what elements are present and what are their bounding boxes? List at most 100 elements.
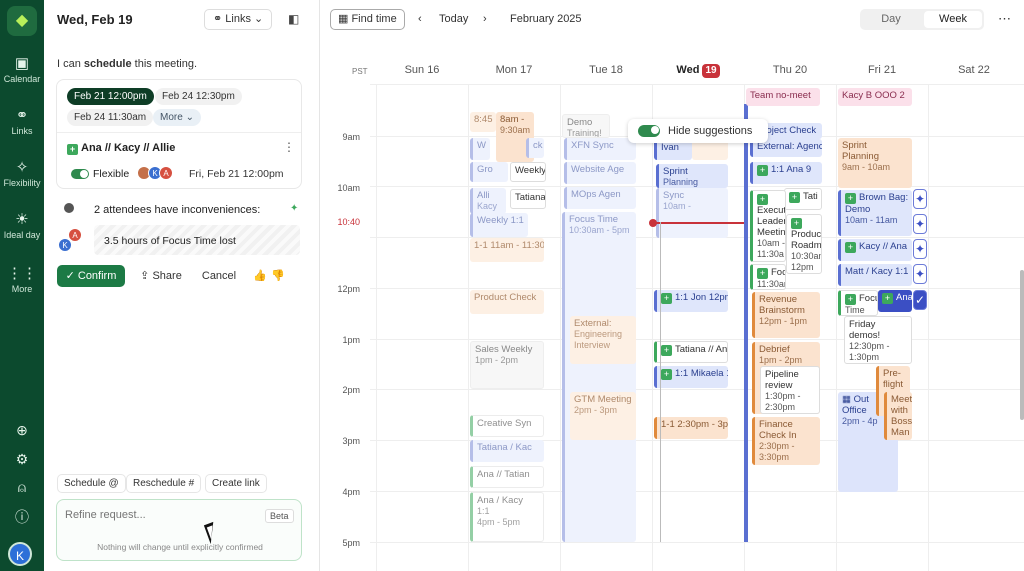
event[interactable]: Weekly bbox=[510, 162, 546, 182]
flexible-toggle[interactable] bbox=[71, 169, 89, 179]
more-options-icon[interactable]: ⋯ bbox=[998, 11, 1011, 27]
cancel-button[interactable]: Cancel bbox=[198, 265, 240, 287]
view-day-button[interactable]: Day bbox=[862, 11, 920, 28]
links-dropdown[interactable]: ⚭ Links ⌄ bbox=[204, 9, 273, 30]
event[interactable]: Gro bbox=[470, 162, 508, 182]
event[interactable]: +ProducRoadm10:30am12pm bbox=[786, 214, 822, 274]
day-header-sat[interactable]: Sat 22 bbox=[924, 64, 1024, 76]
event[interactable]: 1-1 2:30pm - 3p bbox=[654, 417, 728, 439]
event[interactable]: Friday demos! 12:30pm -1:30pm bbox=[844, 316, 912, 364]
event[interactable]: Alli Kacy bbox=[470, 188, 506, 214]
nav-calendar[interactable]: ▣ Calendar bbox=[0, 54, 44, 84]
view-week-button[interactable]: Week bbox=[924, 11, 982, 28]
event[interactable]: +Focu11:30am - bbox=[750, 264, 786, 290]
event[interactable]: Demo Training! bbox=[562, 114, 610, 138]
add-suggestion-button[interactable]: ✦ bbox=[913, 264, 927, 284]
refine-input[interactable] bbox=[65, 509, 245, 521]
hide-suggestions-control[interactable]: Hide suggestions bbox=[628, 119, 768, 143]
event[interactable]: Tatiana bbox=[510, 189, 546, 209]
create-link-action[interactable]: Create link bbox=[205, 474, 267, 493]
thumbs-down-icon[interactable]: 👎 bbox=[270, 265, 286, 287]
event[interactable]: Kacy B OOO 2 bbox=[838, 88, 912, 106]
event[interactable]: +1:1 Ana 9 bbox=[750, 162, 822, 184]
event[interactable]: Creative Syn bbox=[470, 415, 544, 437]
add-suggestion-button[interactable]: ✦ bbox=[913, 214, 927, 234]
event[interactable]: Matt / Kacy 1:1 bbox=[838, 264, 912, 286]
confirm-button[interactable]: ✓ Confirm bbox=[57, 265, 125, 287]
day-header-wed[interactable]: Wed 19 bbox=[648, 64, 748, 78]
event[interactable]: +1:1 Mikaela 1 bbox=[654, 366, 728, 388]
event[interactable]: +FocuTime bbox=[838, 290, 878, 316]
event[interactable]: Product Check bbox=[470, 290, 544, 314]
event[interactable]: External: Engineering Interview bbox=[570, 316, 636, 364]
event[interactable]: + Ana bbox=[878, 290, 912, 312]
globe-icon[interactable]: ⊕ bbox=[0, 422, 44, 439]
day-header-thu[interactable]: Thu 20 bbox=[740, 64, 840, 76]
nav-ideal-day[interactable]: ☀ Ideal day bbox=[0, 210, 44, 240]
assistant-message: I can schedule this meeting. bbox=[57, 58, 197, 70]
day-header-sun[interactable]: Sun 16 bbox=[372, 64, 472, 76]
nav-flexibility[interactable]: ✧ Flexibility bbox=[0, 158, 44, 188]
share-button[interactable]: ⇪ Share bbox=[136, 265, 186, 287]
prev-week-button[interactable]: ‹ bbox=[418, 13, 422, 25]
event[interactable]: Pipeline review 1:30pm -2:30pm bbox=[760, 366, 820, 414]
add-suggestion-button[interactable]: ✦ bbox=[913, 189, 927, 209]
slot-option-3[interactable]: Feb 24 11:30am bbox=[67, 109, 154, 126]
event[interactable]: Revenue Brainstorm 12pm - 1pm bbox=[752, 292, 820, 338]
event[interactable]: Tatiana / Kac bbox=[470, 440, 544, 462]
collapse-panel-icon[interactable]: ◧ bbox=[288, 12, 299, 26]
event[interactable]: Meet with Boss Man bbox=[884, 392, 912, 440]
event[interactable]: + Execut Leader Meetin 10am -11:30a bbox=[750, 190, 786, 262]
event[interactable]: Ana / Kacy 1:1 4pm - 5pm bbox=[470, 492, 544, 542]
event[interactable]: W bbox=[470, 138, 490, 160]
thumbs-up-icon[interactable]: 👍 bbox=[252, 265, 268, 287]
event[interactable]: XFN Sync bbox=[564, 138, 636, 160]
event[interactable]: 8:45 bbox=[470, 112, 496, 132]
day-header-mon[interactable]: Mon 17 bbox=[464, 64, 564, 76]
reschedule-action[interactable]: Reschedule # bbox=[126, 474, 202, 493]
event[interactable]: Sales Weekly 1pm - 2pm bbox=[470, 341, 544, 389]
hide-suggestions-toggle[interactable] bbox=[638, 125, 660, 137]
nav-links[interactable]: ⚭ Links bbox=[0, 106, 44, 136]
schedule-action[interactable]: Schedule @ bbox=[57, 474, 126, 493]
day-header-fri[interactable]: Fri 21 bbox=[832, 64, 932, 76]
event[interactable]: Weekly 1:1 bbox=[470, 213, 528, 237]
event[interactable]: Website Age bbox=[564, 162, 636, 184]
avatar[interactable]: K bbox=[8, 542, 32, 566]
next-week-button[interactable]: › bbox=[483, 13, 487, 25]
event[interactable]: + Kacy // Ana bbox=[838, 239, 912, 261]
event[interactable]: +1:1 Jon 12pm bbox=[654, 290, 728, 312]
slot-option-1[interactable]: Feb 21 12:00pm bbox=[67, 88, 154, 105]
event[interactable]: Ivan bbox=[654, 140, 692, 160]
event[interactable]: MOps Agen bbox=[564, 187, 636, 209]
kebab-menu-icon[interactable]: ⋮ bbox=[283, 140, 295, 154]
add-suggestion-button[interactable]: ✦ bbox=[913, 239, 927, 259]
event[interactable]: + Tati bbox=[784, 188, 822, 210]
nav-more[interactable]: ⋮⋮ More bbox=[0, 264, 44, 294]
gear-icon[interactable]: ⚙ bbox=[0, 451, 44, 468]
event[interactable]: Sprint Planning 9am - 10am bbox=[838, 138, 912, 188]
add-user-icon[interactable]: ⍝ bbox=[0, 479, 44, 496]
event[interactable]: Ana // Tatian bbox=[470, 466, 544, 488]
event[interactable]: Sprint Planning bbox=[656, 164, 728, 188]
help-icon[interactable]: ⓘ bbox=[0, 507, 44, 527]
event[interactable]: Team no-meet bbox=[746, 88, 820, 106]
event[interactable]: 1-1 11am - 11:30 bbox=[470, 238, 544, 262]
event-title-text: 1:1 Jon bbox=[675, 292, 707, 303]
selected-suggestion-button[interactable]: ✓ bbox=[913, 290, 927, 310]
event[interactable]: Focus Time 10:30am - 5pm bbox=[562, 212, 636, 542]
event[interactable]: ck bbox=[526, 138, 544, 158]
event[interactable]: GTM Meeting 2pm - 3pm bbox=[570, 392, 636, 440]
today-button[interactable]: Today bbox=[439, 13, 468, 25]
app-logo-icon[interactable]: ◆ bbox=[7, 6, 37, 36]
slot-option-2[interactable]: Feb 24 12:30pm bbox=[155, 88, 242, 105]
event[interactable]: Finance Check In 2:30pm -3:30pm bbox=[752, 417, 820, 465]
more-slots-button[interactable]: More ⌄ bbox=[153, 109, 201, 126]
scrollbar[interactable] bbox=[1020, 270, 1024, 420]
event[interactable] bbox=[692, 140, 728, 160]
find-time-button[interactable]: ▦ Find time bbox=[330, 9, 405, 30]
event[interactable]: + Brown Bag: Demo 10am - 11am bbox=[838, 190, 912, 236]
event[interactable]: + Tatiana // An bbox=[654, 341, 728, 363]
event[interactable]: Sync 10am - bbox=[656, 188, 728, 238]
day-header-tue[interactable]: Tue 18 bbox=[556, 64, 656, 76]
